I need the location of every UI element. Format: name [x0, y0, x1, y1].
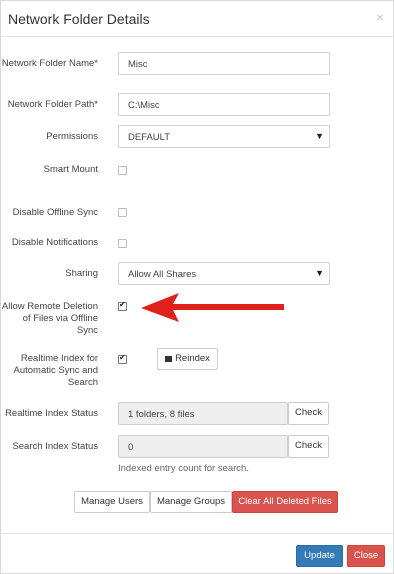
- smart-mount-checkbox[interactable]: [118, 166, 127, 175]
- permissions-select[interactable]: DEFAULT ▼: [118, 125, 330, 148]
- dialog-title: Network Folder Details: [8, 11, 150, 27]
- sharing-select[interactable]: Allow All Shares ▼: [118, 262, 330, 285]
- disable-offline-sync-label: Disable Offline Sync: [12, 207, 98, 218]
- allow-remote-deletion-label: Allow Remote Deletion of Files via Offli…: [1, 301, 98, 336]
- disable-notifications-label: Disable Notifications: [11, 237, 98, 248]
- permissions-value: DEFAULT: [128, 132, 171, 143]
- sharing-value: Allow All Shares: [128, 269, 197, 280]
- close-button[interactable]: Close: [347, 545, 385, 567]
- allow-remote-deletion-checkbox[interactable]: [118, 300, 127, 311]
- archive-icon: [165, 356, 173, 362]
- caret-down-icon: ▼: [315, 131, 324, 141]
- annotation-arrow-icon: [141, 293, 284, 322]
- clear-all-deleted-files-button[interactable]: Clear All Deleted Files: [232, 491, 338, 513]
- folder-path-input[interactable]: C:\Misc: [118, 93, 330, 116]
- search-index-status-field: 0: [118, 435, 288, 458]
- reindex-button[interactable]: Reindex: [157, 348, 218, 370]
- dialog-header: Network Folder Details ×: [1, 1, 393, 37]
- realtime-index-check-button[interactable]: Check: [288, 402, 329, 425]
- realtime-index-status-field: 1 folders, 8 files: [118, 402, 288, 425]
- folder-path-label: Network Folder Path*: [7, 99, 98, 110]
- search-index-helper-text: Indexed entry count for search.: [118, 463, 249, 474]
- sharing-label: Sharing: [65, 268, 98, 279]
- disable-offline-sync-checkbox[interactable]: [118, 208, 127, 217]
- caret-down-icon: ▼: [315, 268, 324, 278]
- folder-name-input[interactable]: Misc: [118, 52, 330, 75]
- search-index-check-button[interactable]: Check: [288, 435, 329, 458]
- close-icon[interactable]: ×: [376, 9, 384, 25]
- disable-notifications-checkbox[interactable]: [118, 239, 127, 248]
- permissions-label: Permissions: [46, 131, 98, 142]
- footer-divider: [1, 533, 393, 534]
- manage-groups-button[interactable]: Manage Groups: [150, 491, 232, 513]
- folder-name-label: Network Folder Name*: [1, 58, 98, 69]
- update-button[interactable]: Update: [296, 545, 343, 567]
- reindex-label: Reindex: [175, 353, 210, 364]
- smart-mount-label: Smart Mount: [43, 164, 98, 175]
- search-index-status-label: Search Index Status: [12, 441, 98, 452]
- realtime-index-status-label: Realtime Index Status: [5, 408, 98, 419]
- manage-users-button[interactable]: Manage Users: [74, 491, 150, 513]
- realtime-index-label: Realtime Index for Automatic Sync and Se…: [13, 353, 99, 388]
- network-folder-dialog: Network Folder Details × Network Folder …: [0, 0, 394, 574]
- realtime-index-checkbox[interactable]: [118, 353, 127, 364]
